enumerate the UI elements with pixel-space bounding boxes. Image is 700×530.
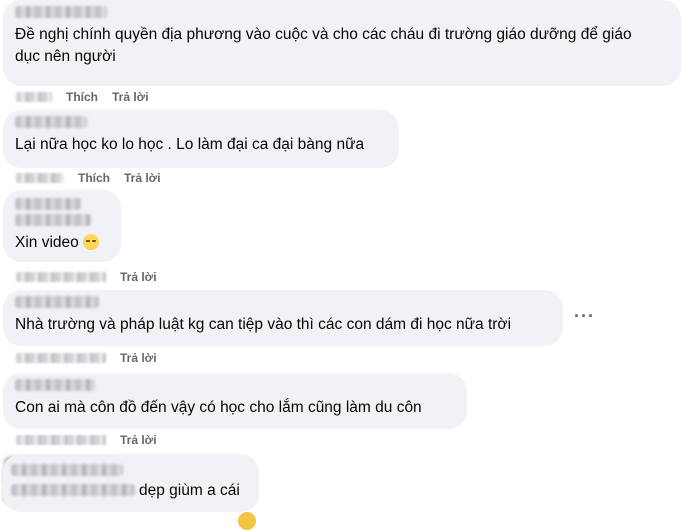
author-name-redacted-line2 xyxy=(11,484,135,496)
timestamp-redacted xyxy=(16,92,52,102)
comment-3: Xin video xyxy=(3,190,121,262)
timestamp-redacted xyxy=(16,353,106,363)
author-name-redacted[interactable] xyxy=(11,464,123,476)
author-name-redacted[interactable] xyxy=(15,6,107,18)
comment-6: dẹp giùm a cái xyxy=(3,454,259,512)
comment-text-value: Xin video xyxy=(15,234,79,251)
comment-bubble: Lại nữa học ko lo học . Lo làm đại ca đạ… xyxy=(3,110,399,168)
comment-actions: Trả lời xyxy=(16,433,157,447)
comment-text: Nhà trường và pháp luật kg can tiệp vào … xyxy=(15,316,512,333)
author-name-redacted[interactable] xyxy=(15,198,81,210)
comment-bubble: Xin video xyxy=(3,190,121,262)
comment-actions: Thích Trả lời xyxy=(16,90,149,104)
author-name-redacted[interactable] xyxy=(15,296,99,308)
like-button[interactable]: Thích xyxy=(78,171,110,185)
comment-bubble: dẹp giùm a cái xyxy=(3,454,259,512)
reply-button[interactable]: Trả lời xyxy=(124,171,161,185)
comment-4: Nhà trường và pháp luật kg can tiệp vào … xyxy=(3,290,563,346)
author-name-redacted-line2 xyxy=(15,214,91,226)
comment-actions: Trả lời xyxy=(16,270,157,284)
comment-text: Xin video xyxy=(15,232,109,254)
reply-button[interactable]: Trả lời xyxy=(112,90,149,104)
comment-text: Đề nghị chính quyền địa phương vào cuộc … xyxy=(15,26,632,65)
reply-button[interactable]: Trả lời xyxy=(120,270,157,284)
timestamp-redacted xyxy=(16,272,106,282)
comment-text: Con ai mà côn đồ đến vậy có học cho lắm … xyxy=(15,399,422,416)
timestamp-redacted xyxy=(16,173,64,183)
comment-text: dẹp giùm a cái xyxy=(139,482,240,499)
comment-text: Lại nữa học ko lo học . Lo làm đại ca đạ… xyxy=(15,136,365,153)
comment-bubble: Con ai mà côn đồ đến vậy có học cho lắm … xyxy=(3,373,467,429)
author-name-redacted[interactable] xyxy=(15,116,87,128)
like-button[interactable]: Thích xyxy=(66,90,98,104)
author-name-redacted[interactable] xyxy=(15,379,95,391)
comment-5: Con ai mà côn đồ đến vậy có học cho lắm … xyxy=(3,373,467,429)
reply-button[interactable]: Trả lời xyxy=(120,351,157,365)
comment-1: Đề nghị chính quyền địa phương vào cuộc … xyxy=(3,0,681,86)
comment-2: Lại nữa học ko lo học . Lo làm đại ca đạ… xyxy=(3,110,399,168)
more-options-icon[interactable]: ··· xyxy=(574,306,595,327)
comment-actions: Trả lời xyxy=(16,351,157,365)
reply-button[interactable]: Trả lời xyxy=(120,433,157,447)
comment-bubble: Nhà trường và pháp luật kg can tiệp vào … xyxy=(3,290,563,346)
reaction-emoji-icon xyxy=(238,512,256,530)
comment-actions: Thích Trả lời xyxy=(16,171,161,185)
timestamp-redacted xyxy=(16,435,106,445)
slightly-sad-face-emoji-icon xyxy=(82,234,99,250)
comment-bubble: Đề nghị chính quyền địa phương vào cuộc … xyxy=(3,0,681,86)
